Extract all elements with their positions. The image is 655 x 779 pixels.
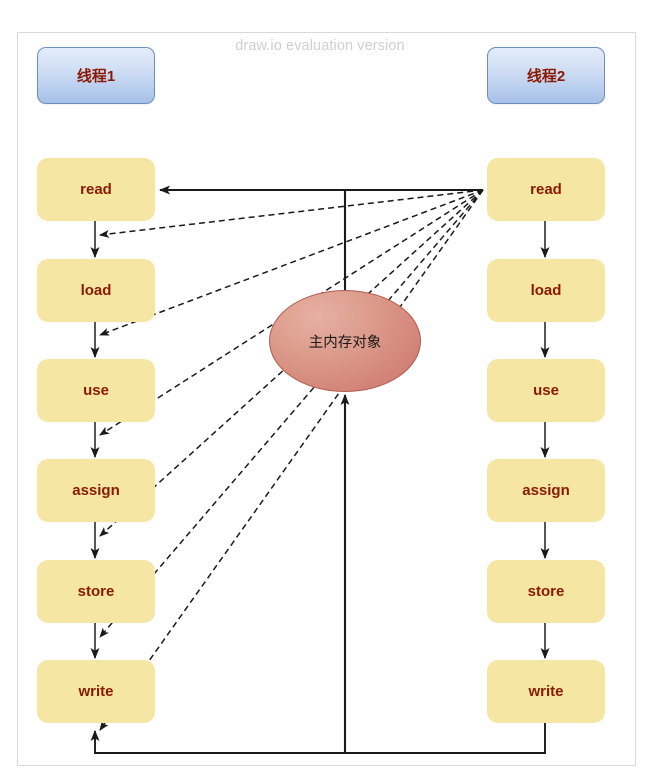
thread-box-thread1[interactable]: 线程1 [37, 47, 155, 104]
op-box-label: write [78, 683, 114, 700]
op-box-label: read [80, 181, 112, 198]
op-box-label: use [83, 382, 109, 399]
main-memory-label: 主内存对象 [308, 334, 382, 351]
op-box-label: load [80, 282, 112, 299]
op-box-right-store[interactable]: store [487, 560, 605, 623]
op-box-label: load [530, 282, 562, 299]
main-memory-node[interactable]: 主内存对象 [269, 290, 421, 392]
op-box-label: read [530, 181, 562, 198]
op-box-right-use[interactable]: use [487, 359, 605, 422]
thread-box-thread2[interactable]: 线程2 [487, 47, 605, 104]
op-box-left-load[interactable]: load [37, 259, 155, 322]
op-box-label: store [77, 583, 115, 600]
op-box-label: write [528, 683, 564, 700]
op-box-label: store [527, 583, 565, 600]
op-box-left-write[interactable]: write [37, 660, 155, 723]
op-box-right-load[interactable]: load [487, 259, 605, 322]
thread-box-label: 线程1 [76, 68, 116, 85]
op-box-left-use[interactable]: use [37, 359, 155, 422]
thread-box-label: 线程2 [526, 68, 566, 85]
op-box-label: assign [522, 482, 570, 499]
op-box-label: use [533, 382, 559, 399]
op-box-right-read[interactable]: read [487, 158, 605, 221]
watermark-label: draw.io evaluation version [235, 38, 405, 54]
diagram-canvas: draw.io evaluation version 线程1 线程2 read … [0, 0, 655, 779]
op-box-left-store[interactable]: store [37, 560, 155, 623]
op-box-label: assign [72, 482, 120, 499]
op-box-left-read[interactable]: read [37, 158, 155, 221]
op-box-right-write[interactable]: write [487, 660, 605, 723]
op-box-left-assign[interactable]: assign [37, 459, 155, 522]
op-box-right-assign[interactable]: assign [487, 459, 605, 522]
